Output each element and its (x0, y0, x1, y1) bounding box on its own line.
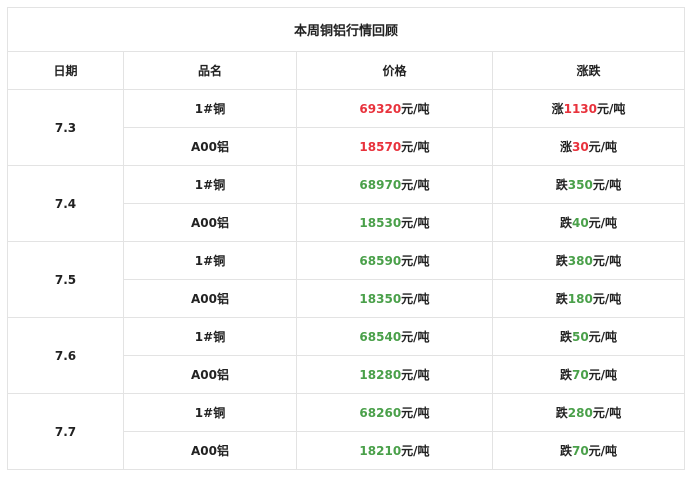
product-cell: 1#铜 (123, 393, 297, 432)
change-direction: 跌 (555, 292, 568, 306)
change-cell: 跌70元/吨 (491, 355, 686, 394)
change-unit: 元/吨 (588, 140, 618, 154)
price-cell: 18570元/吨 (296, 127, 493, 166)
price-unit: 元/吨 (401, 444, 430, 458)
change-cell: 跌70元/吨 (491, 431, 686, 470)
table-row: 7.5 1#铜 68590元/吨 跌380元/吨 (7, 241, 686, 318)
date-cell: 7.7 (7, 393, 124, 470)
change-cell: 跌40元/吨 (491, 203, 686, 242)
price-unit: 元/吨 (401, 102, 430, 116)
change-direction: 跌 (555, 254, 568, 268)
change-direction: 涨 (551, 102, 564, 116)
change-direction: 跌 (559, 444, 572, 458)
date-cell: 7.6 (7, 317, 124, 394)
price-value: 18280 (359, 368, 402, 382)
price-cell: 68260元/吨 (296, 393, 493, 432)
product-cell: 1#铜 (123, 317, 297, 356)
date-cell: 7.4 (7, 165, 124, 242)
table-row: 7.6 1#铜 68540元/吨 跌50元/吨 (7, 317, 686, 394)
change-direction: 跌 (559, 216, 572, 230)
table-title: 本周铜铝行情回顾 (6, 7, 686, 52)
price-cell: 68970元/吨 (296, 165, 493, 204)
change-cell: 跌180元/吨 (491, 279, 686, 318)
price-review-table: 本周铜铝行情回顾 日期 品名 价格 涨跌 7.3 1#铜 69320元/吨 涨1130… (6, 7, 686, 470)
change-unit: 元/吨 (588, 444, 618, 458)
price-cell: 18210元/吨 (296, 431, 493, 470)
change-value: 40 (571, 216, 589, 230)
change-value: 1130 (563, 102, 598, 116)
header-date: 日期 (7, 51, 124, 90)
price-unit: 元/吨 (401, 216, 430, 230)
change-value: 180 (567, 292, 593, 306)
product-cell: A00铝 (123, 203, 297, 242)
date-cell: 7.3 (7, 89, 124, 166)
change-value: 280 (567, 406, 593, 420)
price-value: 68590 (359, 254, 402, 268)
product-cell: A00铝 (123, 431, 297, 470)
change-cell: 涨1130元/吨 (491, 89, 686, 128)
price-value: 18210 (359, 444, 402, 458)
change-value: 350 (567, 178, 593, 192)
change-unit: 元/吨 (597, 102, 626, 116)
price-unit: 元/吨 (401, 368, 430, 382)
price-cell: 69320元/吨 (296, 89, 493, 128)
price-cell: 68540元/吨 (296, 317, 493, 356)
change-direction: 跌 (559, 368, 572, 382)
change-direction: 跌 (555, 178, 568, 192)
product-cell: 1#铜 (123, 165, 297, 204)
change-direction: 跌 (559, 330, 572, 344)
price-unit: 元/吨 (401, 406, 430, 420)
product-cell: 1#铜 (123, 241, 297, 280)
table-header-row: 日期 品名 价格 涨跌 (7, 51, 686, 90)
price-value: 18530 (359, 216, 402, 230)
price-unit: 元/吨 (401, 330, 430, 344)
product-cell: 1#铜 (123, 89, 297, 128)
change-unit: 元/吨 (592, 406, 622, 420)
price-value: 68540 (359, 330, 402, 344)
product-cell: A00铝 (123, 127, 297, 166)
header-product: 品名 (123, 51, 297, 90)
change-value: 50 (571, 330, 589, 344)
change-unit: 元/吨 (592, 254, 622, 268)
price-unit: 元/吨 (401, 178, 430, 192)
change-value: 70 (571, 368, 589, 382)
change-cell: 跌280元/吨 (491, 393, 686, 432)
price-cell: 18280元/吨 (296, 355, 493, 394)
product-cell: A00铝 (123, 355, 297, 394)
header-change: 涨跌 (491, 51, 686, 90)
change-cell: 跌350元/吨 (491, 165, 686, 204)
change-unit: 元/吨 (588, 216, 618, 230)
price-unit: 元/吨 (401, 292, 430, 306)
table-row: 7.7 1#铜 68260元/吨 跌280元/吨 (7, 393, 686, 470)
product-cell: A00铝 (123, 279, 297, 318)
price-cell: 18350元/吨 (296, 279, 493, 318)
price-value: 69320 (359, 102, 402, 116)
change-value: 30 (571, 140, 589, 154)
price-unit: 元/吨 (401, 140, 430, 154)
date-cell: 7.5 (7, 241, 124, 318)
change-cell: 跌50元/吨 (491, 317, 686, 356)
change-direction: 涨 (559, 140, 572, 154)
price-cell: 18530元/吨 (296, 203, 493, 242)
price-value: 68970 (359, 178, 402, 192)
change-unit: 元/吨 (592, 178, 622, 192)
change-unit: 元/吨 (588, 368, 618, 382)
change-cell: 涨30元/吨 (491, 127, 686, 166)
price-value: 18570 (359, 140, 402, 154)
change-cell: 跌380元/吨 (491, 241, 686, 280)
table-body: 7.3 1#铜 69320元/吨 涨1130元/吨 A00铝 18570元/吨 涨30元/吨… (7, 89, 686, 470)
price-cell: 68590元/吨 (296, 241, 493, 280)
table-row: 7.3 1#铜 69320元/吨 涨1130元/吨 (7, 89, 686, 166)
table-row: 7.4 1#铜 68970元/吨 跌350元/吨 (7, 165, 686, 242)
header-price: 价格 (296, 51, 493, 90)
price-unit: 元/吨 (401, 254, 430, 268)
price-review-container: 本周铜铝行情回顾 日期 品名 价格 涨跌 7.3 1#铜 69320元/吨 涨1130… (6, 7, 686, 470)
change-value: 70 (571, 444, 589, 458)
change-direction: 跌 (555, 406, 568, 420)
change-unit: 元/吨 (592, 292, 622, 306)
price-value: 68260 (359, 406, 402, 420)
price-value: 18350 (359, 292, 402, 306)
change-value: 380 (567, 254, 593, 268)
change-unit: 元/吨 (588, 330, 618, 344)
